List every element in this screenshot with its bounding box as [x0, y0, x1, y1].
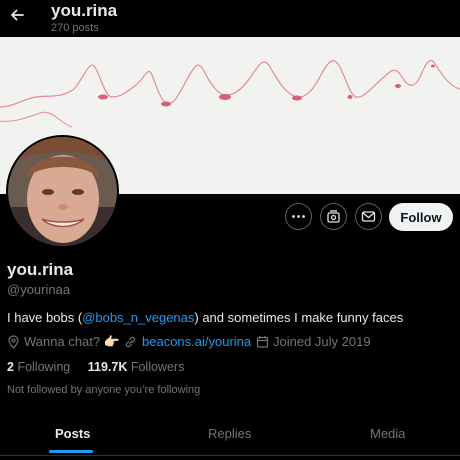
bio-prefix: I have bobs (: [7, 310, 83, 325]
followers-label: Followers: [130, 360, 185, 374]
location-text: Wanna chat? 👉🏻: [24, 334, 120, 349]
tab-replies[interactable]: Replies: [208, 426, 251, 441]
link-icon: [125, 336, 136, 348]
tab-media[interactable]: Media: [370, 426, 405, 441]
top-bar: you.rina 270 posts: [0, 0, 460, 37]
subscribe-button[interactable]: [320, 203, 347, 230]
display-name: you.rina: [7, 260, 74, 279]
following-label: Following: [17, 360, 71, 374]
tabs-divider: [0, 455, 460, 456]
website-link[interactable]: beacons.ai/yourina: [142, 334, 251, 349]
joined-item: Joined July 2019: [256, 334, 371, 349]
avatar[interactable]: [6, 135, 119, 248]
more-button[interactable]: [285, 203, 312, 230]
location-item: Wanna chat? 👉🏻: [7, 334, 120, 350]
subscribe-icon: [327, 210, 340, 223]
followed-by-note: Not followed by anyone you’re following: [7, 384, 201, 396]
followers-count: 119.7K: [87, 360, 128, 374]
bio-mention-link[interactable]: @bobs_n_vegenas: [82, 310, 194, 325]
envelope-icon: [361, 211, 376, 222]
message-button[interactable]: [355, 203, 382, 230]
active-tab-indicator: [49, 450, 93, 453]
avatar-photo: [8, 137, 117, 246]
bio: I have bobs (@bobs_n_vegenas) and someti…: [7, 310, 403, 325]
tab-posts[interactable]: Posts: [55, 426, 90, 441]
following-link[interactable]: 2 Following: [7, 360, 70, 374]
more-icon: [292, 215, 305, 218]
arrow-left-icon[interactable]: [8, 6, 26, 24]
page-title: you.rina: [51, 1, 118, 20]
follow-button[interactable]: Follow: [389, 203, 453, 231]
followers-link[interactable]: 119.7K Followers: [88, 360, 185, 374]
follow-stats: 2 Following 119.7K Followers: [7, 360, 184, 374]
location-icon: [8, 335, 19, 349]
joined-text: Joined July 2019: [273, 334, 371, 349]
website-item[interactable]: beacons.ai/yourina: [124, 334, 251, 349]
bio-suffix: ) and sometimes I make funny faces: [194, 310, 404, 325]
handle: @yourinaa: [7, 282, 71, 297]
post-count: 270 posts: [51, 22, 99, 34]
calendar-icon: [256, 336, 269, 348]
following-count: 2: [7, 360, 14, 374]
